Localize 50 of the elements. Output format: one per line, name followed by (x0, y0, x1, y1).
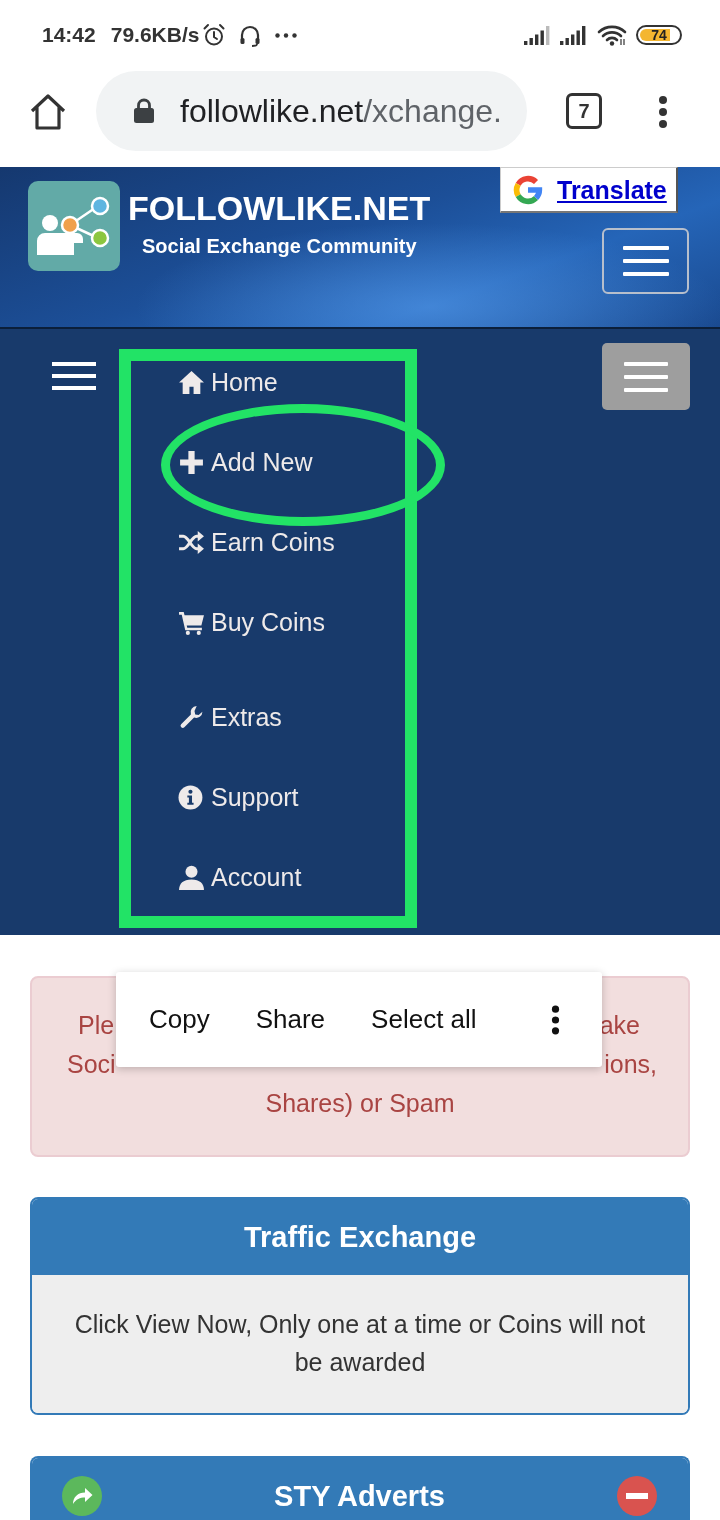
site-name: FOLLOWLIKE.NET (128, 189, 431, 227)
shuffle-icon (178, 529, 205, 555)
menu-toggle-button[interactable] (602, 228, 689, 294)
selection-menu-item[interactable]: Select all (348, 989, 500, 1050)
signal-icon (524, 25, 550, 45)
nav-menu-item[interactable]: Buy Coins (178, 582, 335, 662)
menu-toggle-button[interactable] (602, 343, 690, 410)
site-tagline: Social Exchange Community (142, 234, 418, 259)
cart-icon (178, 609, 205, 635)
alert-text: Soci (67, 1049, 116, 1080)
menu-icon (622, 246, 669, 276)
plus-icon (178, 449, 205, 475)
selection-menu-item[interactable]: Share (232, 989, 349, 1050)
nav-menu-item[interactable]: Home (178, 342, 335, 422)
wifi-icon (597, 24, 627, 46)
url-text: followlike.net/xchange. (180, 92, 502, 131)
alert-text: ions, (604, 1049, 657, 1080)
nav-menu-item[interactable]: Earn Coins (178, 502, 335, 582)
battery-indicator: 74 (636, 25, 682, 45)
nav-menu-item[interactable]: Extras (178, 677, 335, 757)
minus-circle-icon[interactable] (617, 1476, 657, 1516)
more-dots-icon (275, 32, 298, 38)
network-speed: 79.6KB/s (110, 22, 200, 48)
panel-title: Traffic Exchange (243, 1220, 477, 1255)
alert-text: Ple (78, 1010, 115, 1041)
address-bar[interactable]: followlike.net/xchange. (96, 71, 527, 151)
headset-icon (238, 23, 263, 47)
home-icon[interactable] (30, 93, 66, 131)
status-time: 14:42 (42, 22, 96, 48)
nav-menu-item[interactable]: Account (178, 837, 335, 917)
selection-menu-item[interactable]: Copy (126, 989, 233, 1050)
more-options-icon (550, 1004, 560, 1035)
menu-icon (624, 361, 668, 392)
tab-count-button[interactable]: 7 (566, 93, 602, 129)
alert-text: Shares) or Spam (265, 1088, 455, 1119)
panel-text: Click View Now, Only one at a time or Coins will not be awarded (73, 1309, 647, 1378)
user-icon (178, 864, 205, 890)
panel-title: STY Adverts (273, 1479, 446, 1514)
wrench-icon (178, 704, 205, 730)
alert-text: ake (599, 1010, 640, 1041)
info-icon (178, 784, 205, 810)
lock-icon (133, 98, 155, 124)
translate-link[interactable]: Translate (557, 174, 667, 205)
alarm-clock-icon (202, 23, 227, 47)
nav-menu-item[interactable]: Add New (178, 422, 335, 502)
signal-icon (560, 25, 586, 45)
nav-menu-item[interactable]: Support (178, 757, 335, 837)
home-icon (178, 369, 205, 395)
menu-icon[interactable] (52, 362, 96, 390)
more-options-icon[interactable] (658, 96, 668, 128)
